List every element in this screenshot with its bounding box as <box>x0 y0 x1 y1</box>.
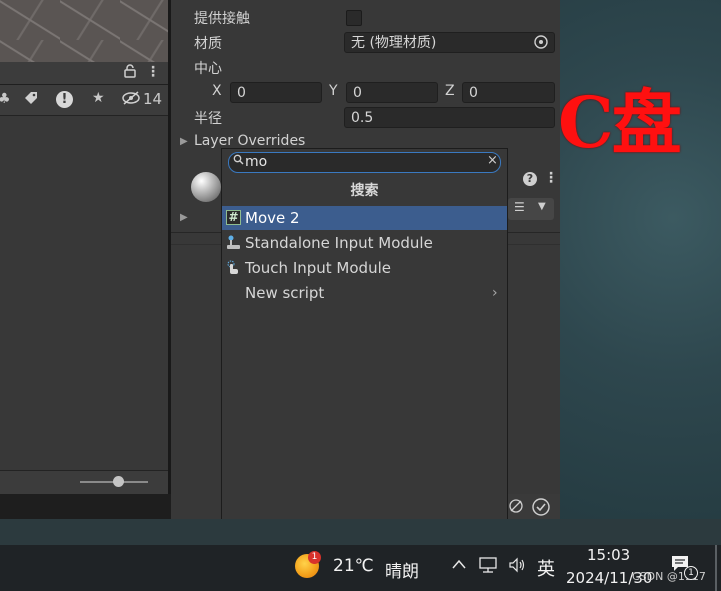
material-field[interactable]: 无 (物理材质) <box>344 32 555 53</box>
shader-dropdown[interactable]: ☰ ▼ <box>508 198 554 220</box>
popup-item-standalone-input-module[interactable]: Standalone Input Module <box>222 231 507 255</box>
provide-contact-checkbox[interactable] <box>346 10 362 26</box>
foldout-arrow-icon[interactable]: ▶ <box>180 136 188 147</box>
hierarchy-list[interactable] <box>0 116 168 472</box>
center-y-value: 0 <box>353 85 362 101</box>
hierarchy-header: ⋮ <box>0 62 168 85</box>
hierarchy-toolbar: ♣ ! ★ 14 <box>0 85 168 116</box>
material-value: 无 (物理材质) <box>351 35 437 51</box>
provide-contact-label: 提供接触 <box>194 11 250 27</box>
more-options-icon[interactable]: ⋮ <box>146 64 160 80</box>
temperature-text[interactable]: 21℃ <box>333 556 374 576</box>
inspector-bottom-bar <box>508 494 560 520</box>
center-y-label: Y <box>329 83 338 99</box>
center-x-label: X <box>212 83 222 99</box>
weather-badge: 1 <box>308 551 321 564</box>
radius-label: 半径 <box>194 111 222 127</box>
layer-overrides-label[interactable]: Layer Overrides <box>194 133 305 149</box>
popup-item-label: Move 2 <box>245 209 300 227</box>
center-x-value: 0 <box>237 85 246 101</box>
csharp-script-icon: # <box>226 210 241 225</box>
help-icon[interactable]: ? <box>523 172 537 186</box>
clear-search-icon[interactable]: × <box>487 153 498 168</box>
popup-item-label: Standalone Input Module <box>245 234 433 252</box>
material-foldout-icon[interactable]: ▶ <box>180 212 188 223</box>
radius-value: 0.5 <box>351 110 374 126</box>
ime-indicator[interactable]: 英 <box>537 555 555 581</box>
search-input[interactable] <box>245 153 475 172</box>
center-x-input[interactable]: 0 <box>230 82 322 103</box>
center-y-input[interactable]: 0 <box>346 82 438 103</box>
volume-icon[interactable] <box>508 557 528 573</box>
search-icon <box>233 154 244 168</box>
hidden-count: 14 <box>143 90 163 108</box>
center-z-label: Z <box>445 83 455 99</box>
show-desktop-button[interactable] <box>715 545 717 591</box>
clock-time[interactable]: 15:03 <box>587 546 630 564</box>
warning-icon[interactable]: ! <box>56 91 73 108</box>
popup-item-move-2[interactable]: # Move 2 <box>222 206 507 230</box>
chevron-down-icon: ▼ <box>538 201 546 212</box>
center-label: 中心 <box>194 61 222 77</box>
material-preview-sphere <box>191 172 221 202</box>
desktop-strip <box>0 519 721 545</box>
people-icon[interactable]: ♣ <box>0 91 11 107</box>
list-icon: ☰ <box>514 200 525 214</box>
zoom-slider-handle[interactable] <box>113 476 124 487</box>
popup-item-touch-input-module[interactable]: Touch Input Module <box>222 256 507 280</box>
lock-icon[interactable] <box>124 64 136 82</box>
center-z-input[interactable]: 0 <box>462 82 555 103</box>
debug-icon[interactable] <box>508 498 524 514</box>
popup-item-new-script[interactable]: New script › <box>222 281 507 305</box>
notification-count: 1 <box>684 566 698 580</box>
input-module-icon <box>226 235 241 250</box>
chevron-right-icon: › <box>492 285 498 301</box>
material-label: 材质 <box>194 36 222 52</box>
checkmark-icon[interactable] <box>532 498 550 516</box>
chevron-up-icon[interactable] <box>451 558 467 570</box>
scene-view[interactable] <box>0 0 168 62</box>
touch-module-icon <box>226 260 241 275</box>
center-z-value: 0 <box>469 85 478 101</box>
popup-header: 搜索 <box>350 183 379 199</box>
network-icon[interactable] <box>479 557 499 573</box>
component-menu-icon[interactable]: ⋮ <box>544 170 558 186</box>
weather-text[interactable]: 晴朗 <box>385 557 419 582</box>
search-field[interactable]: × <box>228 152 501 173</box>
popup-item-label: Touch Input Module <box>245 259 391 277</box>
star-icon[interactable]: ★ <box>92 90 105 106</box>
object-picker-icon[interactable] <box>533 34 549 50</box>
popup-item-label: New script <box>245 284 325 302</box>
radius-input[interactable]: 0.5 <box>344 107 555 128</box>
hidden-eye-icon[interactable] <box>122 90 142 110</box>
wallpaper-text: C盘 <box>558 81 682 164</box>
tag-icon[interactable] <box>24 91 38 109</box>
